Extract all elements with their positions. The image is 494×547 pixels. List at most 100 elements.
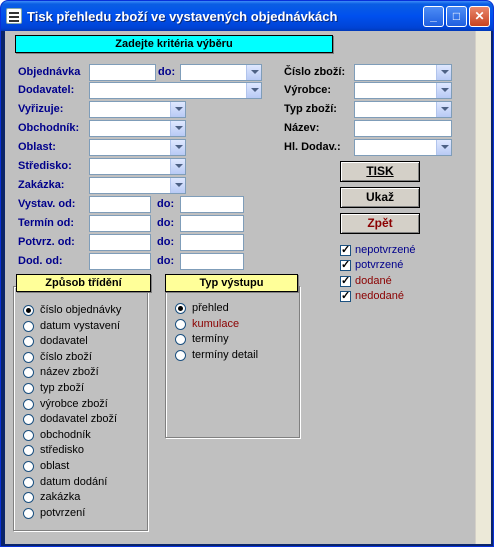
dod-od-input[interactable] [89, 253, 151, 270]
typ-zbozi-combo[interactable] [354, 101, 452, 118]
output-radio[interactable] [175, 303, 186, 314]
dodane-label: dodané [355, 275, 392, 287]
dodane-checkbox[interactable] [340, 274, 351, 287]
output-option-label: kumulace [192, 317, 240, 330]
obchodnik-combo[interactable] [89, 120, 186, 137]
sort-option-label: název zboží [40, 366, 99, 379]
potvrzene-label: potvrzené [355, 259, 404, 271]
termin-do-label: do: [157, 217, 175, 229]
chevron-down-icon[interactable] [246, 65, 261, 80]
sort-radio[interactable] [23, 398, 34, 410]
chevron-down-icon[interactable] [170, 140, 185, 155]
chevron-down-icon[interactable] [436, 140, 451, 155]
potvrz-do-input[interactable] [180, 234, 244, 251]
tisk-button[interactable]: TISK [340, 161, 420, 182]
obchodnik-label: Obchodník: [18, 122, 80, 134]
sort-option-label: číslo objednávky [40, 304, 122, 316]
criteria-header: Zadejte kritéria výběru [15, 35, 333, 53]
maximize-button[interactable]: □ [446, 6, 467, 27]
chevron-down-icon[interactable] [436, 102, 451, 117]
chevron-down-icon[interactable] [170, 102, 185, 117]
sort-option-label: zakázka [40, 491, 81, 504]
nedodane-checkbox[interactable] [340, 289, 351, 302]
sort-option-label: středisko [40, 444, 85, 457]
dodavatel-combo[interactable] [89, 82, 262, 99]
output-option-label: termíny detail [192, 348, 259, 361]
sort-radio[interactable] [23, 429, 34, 441]
zpet-button[interactable]: Zpět [340, 213, 420, 234]
nepotvrzene-checkbox[interactable] [340, 243, 351, 256]
chevron-down-icon[interactable] [436, 83, 451, 98]
title-bar[interactable]: Tisk přehledu zboží ve vystavených objed… [1, 1, 493, 31]
chevron-down-icon[interactable] [246, 83, 261, 98]
form-icon [6, 8, 22, 24]
tisk-button-label: TISK [366, 164, 394, 178]
vystav-od-input[interactable] [89, 196, 151, 213]
termin-do-input[interactable] [180, 215, 244, 232]
termin-od-label: Termín od: [18, 217, 75, 229]
vystav-do-input[interactable] [180, 196, 244, 213]
oblast-combo[interactable] [89, 139, 186, 156]
sort-radio[interactable] [23, 461, 34, 472]
dod-do-input[interactable] [180, 253, 244, 270]
sort-radio[interactable] [23, 305, 34, 316]
cislo-zbozi-label: Číslo zboží: [284, 66, 346, 78]
sort-radio[interactable] [23, 507, 34, 519]
vystav-do-label: do: [157, 198, 175, 210]
sort-option-label: datum dodání [40, 475, 108, 488]
window-title: Tisk přehledu zboží ve vystavených objed… [27, 9, 338, 24]
vyrizuje-combo[interactable] [89, 101, 186, 118]
objednavka-to-combo[interactable] [180, 64, 262, 81]
sort-option-label: dodavatel zboží [40, 413, 118, 426]
ukaz-button[interactable]: Ukaž [340, 187, 420, 208]
sort-title: Způsob třídění [16, 274, 151, 292]
sort-option-label: datum vystavení [40, 319, 121, 332]
typ-zbozi-label: Typ zboží: [284, 103, 337, 115]
zpet-button-label: Zpět [367, 216, 393, 230]
output-radio[interactable] [175, 318, 186, 330]
chevron-down-icon[interactable] [436, 65, 451, 80]
oblast-label: Oblast: [18, 141, 56, 153]
sort-option-label: potvrzení [40, 506, 86, 519]
chevron-down-icon[interactable] [170, 121, 185, 136]
sort-radio[interactable] [23, 351, 34, 363]
vertical-scrollbar[interactable] [475, 31, 491, 544]
sort-option-label: oblast [40, 460, 70, 472]
dod-od-label: Dod. od: [18, 255, 63, 267]
close-button[interactable]: ✕ [469, 6, 490, 27]
termin-od-input[interactable] [89, 215, 151, 232]
objednavka-label: Objednávka [18, 66, 81, 78]
potvrz-do-label: do: [157, 236, 175, 248]
vyrobce-combo[interactable] [354, 82, 452, 99]
sort-radio[interactable] [23, 476, 34, 488]
potvrzene-checkbox[interactable] [340, 258, 351, 271]
chevron-down-icon[interactable] [170, 178, 185, 193]
output-option-label: termíny [192, 333, 229, 346]
sort-radio[interactable] [23, 320, 34, 332]
objednavka-do-label: do: [158, 66, 176, 78]
ukaz-button-label: Ukaž [365, 190, 394, 204]
sort-option-label: číslo zboží [40, 350, 92, 363]
sort-option-label: typ zboží [40, 382, 85, 394]
minimize-button[interactable]: _ [423, 6, 444, 27]
hl-dodav-label: Hl. Dodav.: [284, 141, 341, 153]
nazev-input[interactable] [354, 120, 452, 137]
chevron-down-icon[interactable] [170, 159, 185, 174]
form-body: Zadejte kritéria výběru Objednávka do: D… [5, 31, 491, 544]
cislo-zbozi-combo[interactable] [354, 64, 452, 81]
potvrz-od-input[interactable] [89, 234, 151, 251]
output-radio[interactable] [175, 349, 186, 361]
zakazka-combo[interactable] [89, 177, 186, 194]
output-option-label: přehled [192, 302, 229, 314]
zakazka-label: Zakázka: [18, 179, 65, 191]
hl-dodav-combo[interactable] [354, 139, 452, 156]
nedodane-label: nedodané [355, 290, 404, 302]
nepotvrzene-label: nepotvrzené [355, 244, 416, 256]
objednavka-from-input[interactable] [89, 64, 156, 81]
dod-do-label: do: [157, 255, 175, 267]
stredisko-label: Středisko: [18, 160, 72, 172]
sort-option-label: výrobce zboží [40, 397, 108, 410]
sort-option-label: obchodník [40, 428, 91, 441]
sort-radio[interactable] [23, 383, 34, 394]
stredisko-combo[interactable] [89, 158, 186, 175]
